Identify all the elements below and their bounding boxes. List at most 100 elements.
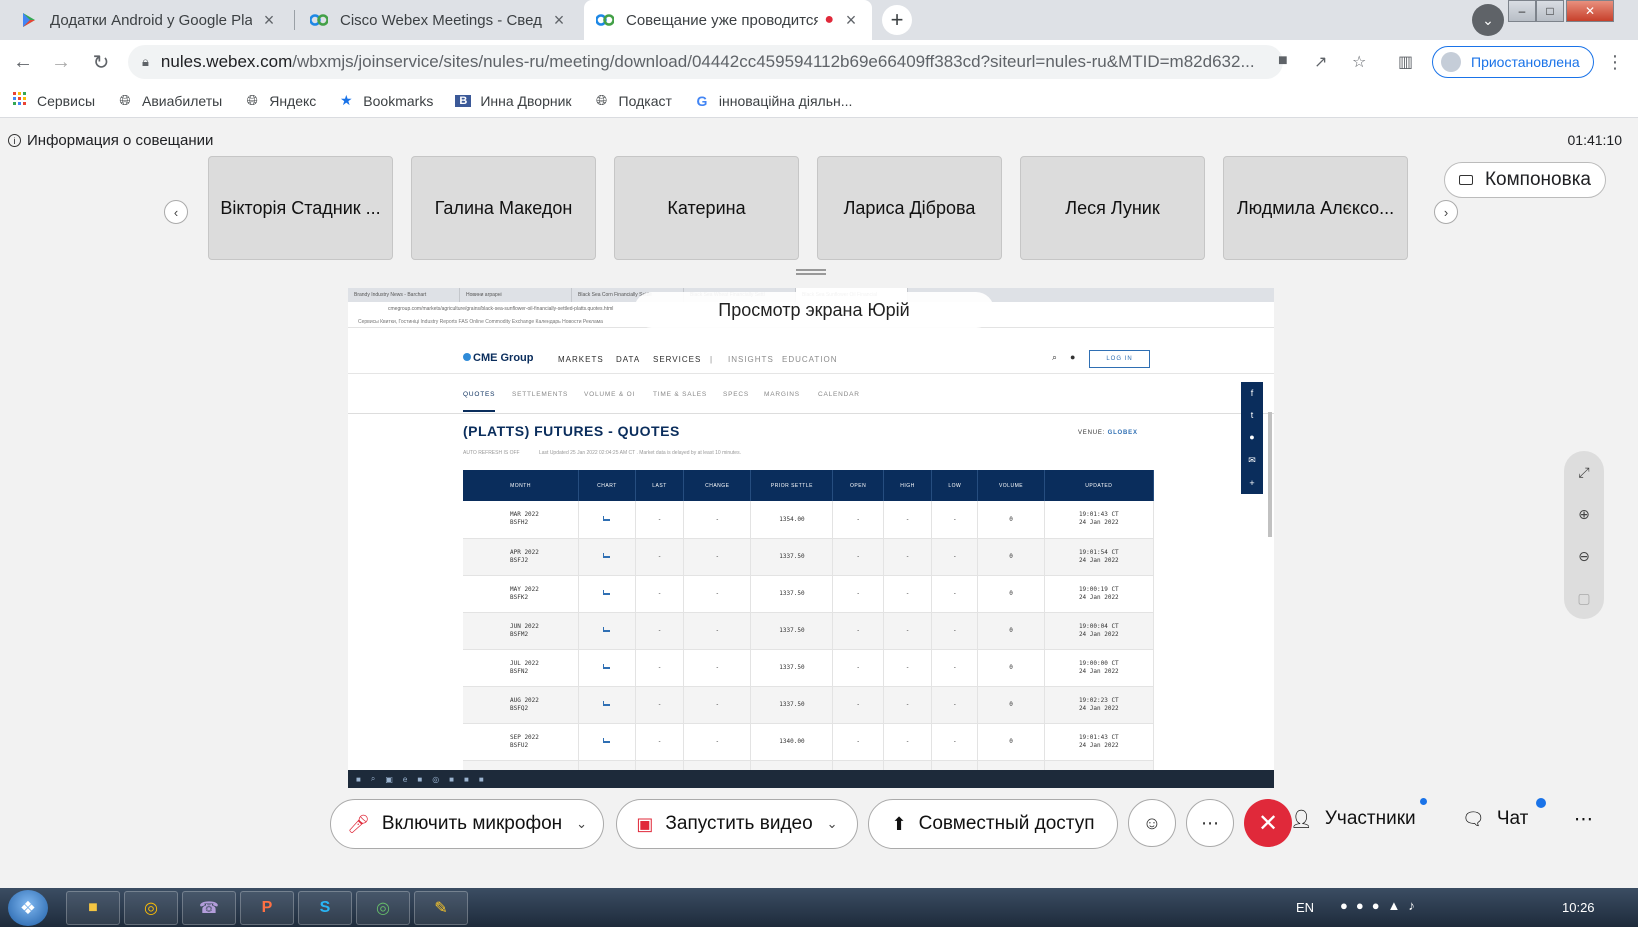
reactions-button[interactable]: ☺ (1128, 799, 1176, 847)
zoom-out-icon[interactable]: ⊖ (1578, 548, 1590, 565)
notification-dot (1536, 798, 1546, 808)
change-cell: - (683, 723, 752, 761)
participant-tile[interactable]: Вікторія Стадник ... (208, 156, 393, 260)
fit-screen-icon[interactable]: ▢ (1577, 590, 1590, 607)
tab-webex-meetings[interactable]: Cisco Webex Meetings - Сведени × (298, 0, 580, 40)
webex-icon (596, 11, 614, 29)
low-cell: - (931, 575, 979, 613)
more-options-button[interactable]: ⋯ (1186, 799, 1234, 847)
chat-button[interactable]: 🗨︎ Чат (1462, 808, 1528, 830)
taskbar-skype[interactable]: S (298, 891, 352, 925)
cme-update-line: AUTO REFRESH IS OFF Last Updated 25 Jan … (463, 450, 741, 456)
participant-tile[interactable]: Катерина (614, 156, 799, 260)
new-tab-button[interactable]: + (882, 5, 912, 35)
low-cell: - (931, 723, 979, 761)
tab-google-play[interactable]: Додатки Android у Google Play × (8, 0, 290, 40)
month-cell: JUN 2022 BSFM2 (463, 612, 580, 650)
more-icon: ⋯ (1201, 812, 1219, 833)
updated-cell: 19:00:00 CT 24 Jan 2022 (1044, 649, 1155, 687)
close-tab-icon[interactable]: × (550, 10, 568, 31)
bookmark-bookmarks[interactable]: ★ Bookmarks (338, 92, 433, 109)
maximize-button[interactable]: □ (1536, 0, 1564, 22)
close-tab-icon[interactable]: × (260, 10, 278, 31)
last-cell: - (635, 501, 685, 539)
tab-meeting-active[interactable]: Совещание уже проводится ● × (584, 0, 872, 40)
cme-table-body: MAR 2022 BSFH2- -1354.00- - -0 19:01:43 CT 24 … (463, 501, 1155, 788)
tab-search-button[interactable]: ⌄ (1472, 4, 1504, 36)
start-button[interactable]: ❖ (8, 890, 48, 926)
cme-subnav: QUOTES SETTLEMENTS VOLUME & OI TIME & SA… (348, 374, 1274, 414)
start-video-button[interactable]: ▣ Запустить видео ⌄ (616, 799, 858, 849)
change-cell: - (683, 612, 752, 650)
column-header: OPEN (832, 470, 884, 501)
participants-prev-button[interactable]: ‹ (164, 200, 188, 224)
low-cell: - (931, 501, 979, 539)
resize-handle[interactable] (796, 269, 826, 275)
address-bar[interactable]: 🔒︎ nules.webex.com/wbxmjs/joinservice/si… (128, 45, 1283, 79)
system-tray[interactable]: ●●●▲♪ (1340, 898, 1423, 913)
share-icon[interactable]: ↗ (1314, 52, 1327, 72)
taskbar-powerpoint[interactable]: P (240, 891, 294, 925)
camera-blocked-icon[interactable]: ■ (1278, 52, 1288, 70)
taskbar-chrome[interactable]: ◎ (124, 891, 178, 925)
bookmark-inna-dvornik[interactable]: B Инна Дворник (455, 93, 572, 109)
fullscreen-icon[interactable]: ⤢ (1578, 464, 1589, 481)
bookmark-star-icon[interactable]: ☆ (1352, 52, 1366, 72)
cme-nav-item: SERVICES (653, 355, 702, 364)
layout-button[interactable]: Компоновка (1444, 162, 1606, 198)
taskbar-clock[interactable]: 10:26 (1562, 900, 1595, 915)
taskbar-webex[interactable]: ◎ (356, 891, 410, 925)
open-cell: - (832, 723, 884, 761)
low-cell: - (931, 538, 979, 576)
table-header-row: MONTH CHART LAST CHANGE PRIOR SETTLE OPE… (463, 470, 1155, 501)
participants-next-button[interactable]: › (1434, 200, 1458, 224)
overflow-menu-button[interactable]: ⋯ (1574, 808, 1593, 831)
forward-button[interactable]: → (46, 47, 76, 77)
bookmark-yandex[interactable]: 🌐︎ Яндекс (244, 92, 317, 109)
bookmark-aviatickets[interactable]: 🌐︎ Авиабилеты (117, 92, 222, 109)
webex-meeting-window: i Информация о совещании 01:41:10 ‹ Вікт… (0, 118, 1638, 888)
taskbar-app[interactable]: ✎ (414, 891, 468, 925)
share-content-button[interactable]: ⬆ Совместный доступ (868, 799, 1118, 849)
language-indicator[interactable]: EN (1296, 900, 1314, 915)
profile-status-label: Приостановлена (1471, 54, 1580, 70)
chevron-down-icon: ⌄ (1482, 11, 1494, 28)
low-cell: - (931, 649, 979, 687)
bookmark-podcast[interactable]: 🌐︎ Подкаст (594, 92, 672, 109)
close-icon: ✕ (1257, 809, 1279, 837)
minimize-button[interactable]: – (1508, 0, 1536, 22)
webex-icon (310, 11, 328, 29)
chevron-down-icon: ⌄ (576, 816, 588, 831)
twitter-icon: t (1250, 410, 1254, 421)
participant-tile[interactable]: Лариса Діброва (817, 156, 1002, 260)
close-tab-icon[interactable]: × (842, 10, 860, 31)
window-close-button[interactable]: ✕ (1566, 0, 1614, 22)
side-panel-icon[interactable]: ▥ (1398, 52, 1413, 72)
change-cell: - (683, 538, 752, 576)
taskbar-viber[interactable]: ☎ (182, 891, 236, 925)
participant-tile[interactable]: Леся Луник (1020, 156, 1205, 260)
participant-tile[interactable]: Людмила Алєксо... (1223, 156, 1408, 260)
recording-indicator-icon: ● (824, 11, 834, 28)
participants-button[interactable]: 👤︎ Участники (1290, 808, 1416, 830)
month-cell: AUG 2022 BSFQ2 (463, 686, 580, 724)
reload-button[interactable]: ↻ (86, 47, 116, 77)
leave-meeting-button[interactable]: ✕ (1244, 799, 1292, 847)
taskbar-explorer[interactable]: ■ (66, 891, 120, 925)
participant-tile[interactable]: Галина Македон (411, 156, 596, 260)
bookmark-innovation[interactable]: G інноваційна діяльн... (694, 93, 852, 109)
unmute-microphone-button[interactable]: 🎤︎ Включить микрофон ⌄ (330, 799, 604, 849)
close-icon: ✕ (1584, 4, 1596, 18)
more-menu-icon[interactable]: ⋮ (1606, 52, 1624, 73)
chart-cell (578, 686, 636, 724)
meeting-info-button[interactable]: i Информация о совещании (8, 132, 213, 149)
bookmark-services[interactable]: Сервисы (12, 92, 95, 109)
column-header: MONTH (463, 470, 580, 501)
bookmarks-bar: Сервисы 🌐︎ Авиабилеты 🌐︎ Яндекс ★ Bookma… (0, 84, 1638, 118)
column-header: CHART (578, 470, 636, 501)
back-button[interactable]: ← (8, 47, 38, 77)
table-row: MAR 2022 BSFH2- -1354.00- - -0 19:01:43 CT 24 … (463, 501, 1155, 539)
profile-button[interactable]: Приостановлена (1432, 46, 1594, 78)
arrow-right-icon: → (51, 50, 71, 73)
zoom-in-icon[interactable]: ⊕ (1578, 506, 1590, 523)
